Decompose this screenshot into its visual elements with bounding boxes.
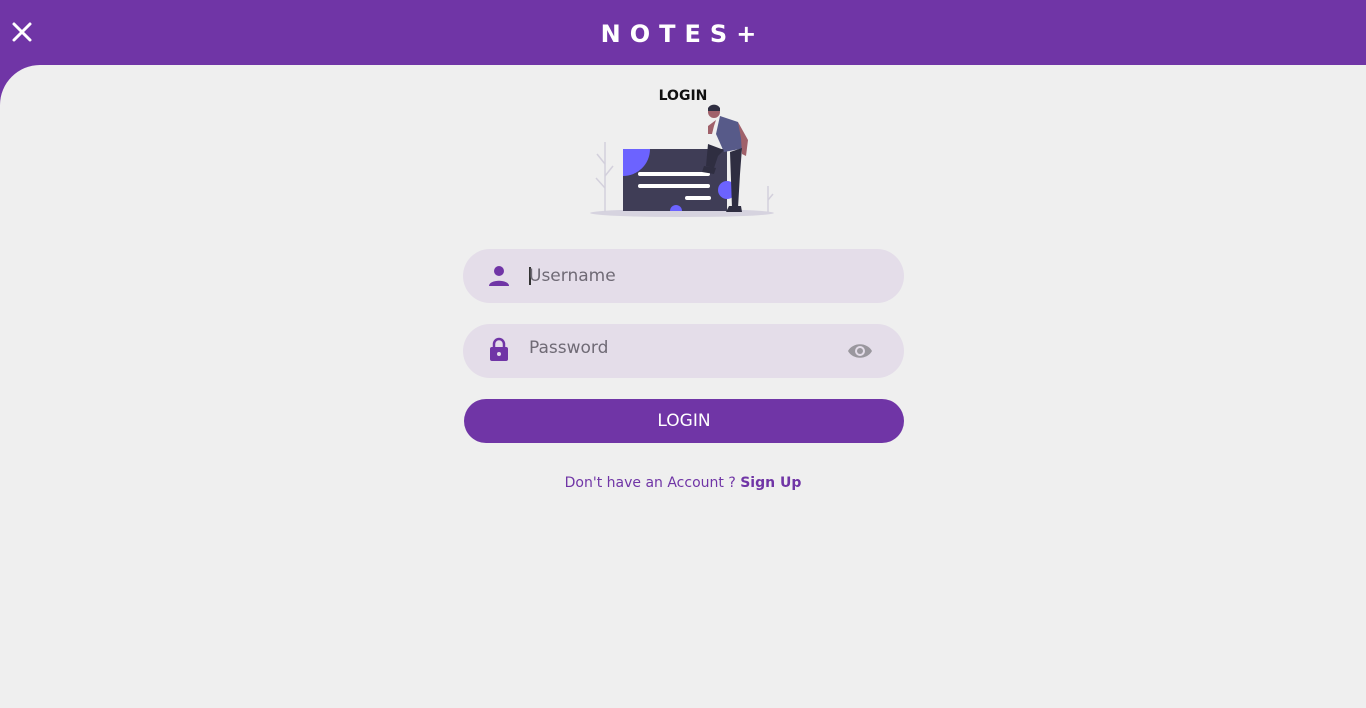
signup-link[interactable]: Sign Up: [740, 475, 801, 491]
user-icon: [489, 266, 509, 286]
password-input[interactable]: Password: [529, 324, 608, 378]
app-title: NOTES+: [600, 20, 766, 48]
password-field[interactable]: Password: [463, 324, 904, 378]
app-header: NOTES+: [0, 0, 1366, 65]
signup-prompt-text: Don't have an Account ?: [564, 475, 736, 491]
login-illustration: [590, 104, 774, 217]
eye-icon[interactable]: [847, 341, 873, 361]
signup-prompt: Don't have an Account ? Sign Up: [0, 475, 1366, 491]
username-field[interactable]: Username: [463, 249, 904, 303]
username-input[interactable]: Username: [529, 249, 616, 303]
lock-icon: [490, 337, 508, 361]
login-button[interactable]: LOGIN: [464, 399, 904, 443]
login-heading: LOGIN: [658, 88, 708, 104]
